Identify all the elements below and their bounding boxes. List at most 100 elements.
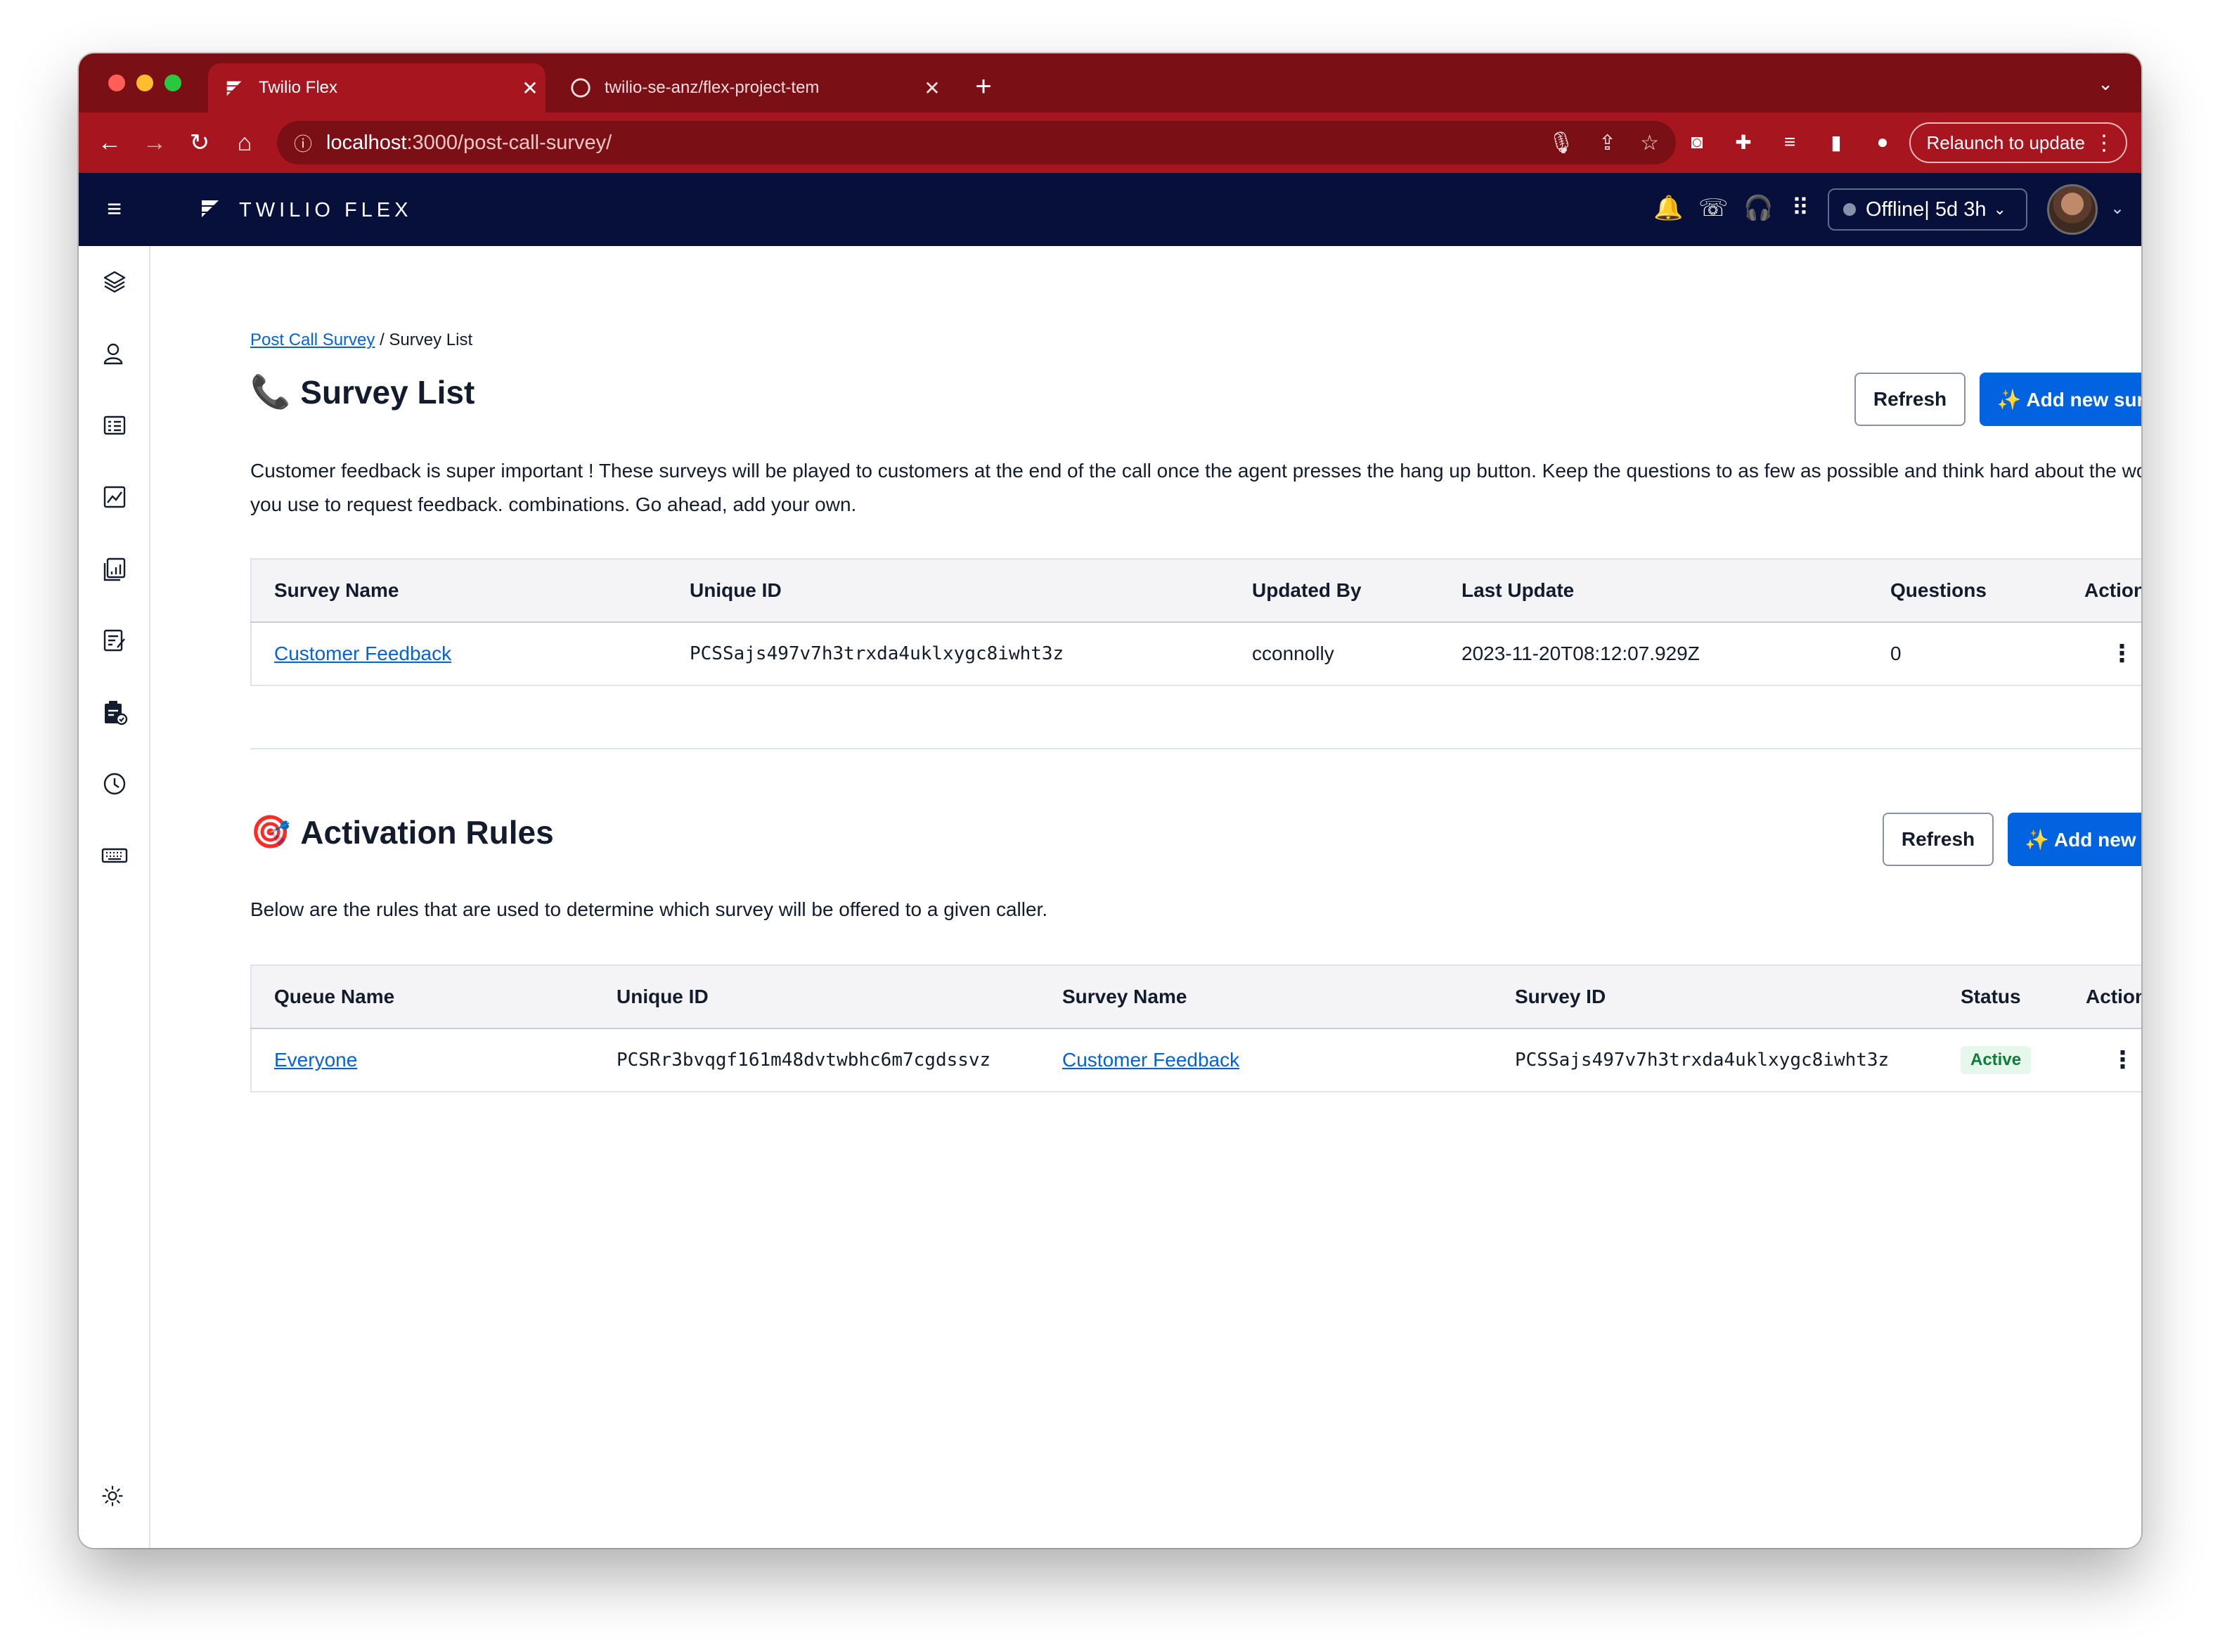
side-navigation	[79, 246, 150, 1548]
row-actions-menu-icon[interactable]: ⋮	[2062, 622, 2141, 685]
extension-glasses-icon[interactable]: ◙	[1682, 127, 1712, 157]
rule-unique-id: PCSRr3bvqgf161m48dvtwbhc6m7cgdssvz	[617, 1050, 991, 1071]
column-header: Survey Name	[1040, 965, 1492, 1029]
add-new-rule-button[interactable]: ✨ Add new rule	[2008, 813, 2141, 866]
tab-twilio-flex[interactable]: Twilio Flex ✕	[208, 63, 546, 112]
column-header: Queue Name	[251, 965, 594, 1029]
table-row: Customer Feedback PCSSajs497v7h3trxda4uk…	[251, 622, 2141, 685]
extensions-puzzle-icon[interactable]: ✚	[1728, 127, 1759, 157]
updated-by: cconnolly	[1252, 643, 1334, 664]
back-arrow-icon[interactable]: ←	[87, 120, 132, 165]
relaunch-button[interactable]: Relaunch to update ⋮	[1909, 122, 2127, 163]
survey-unique-id: PCSSajs497v7h3trxda4uklxygc8iwht3z	[690, 643, 1064, 664]
column-header: Unique ID	[594, 965, 1040, 1029]
questions-count: 0	[1890, 643, 1902, 664]
section-divider	[250, 748, 2141, 749]
column-header: Last Update	[1439, 559, 1868, 623]
survey-table: Survey Name Unique ID Updated By Last Up…	[250, 558, 2141, 686]
minimize-window-button[interactable]	[136, 75, 153, 91]
headset-icon[interactable]: 🎧	[1743, 194, 1773, 222]
survey-name-link[interactable]: Customer Feedback	[274, 643, 451, 664]
tab-github[interactable]: twilio-se-anz/flex-project-tem ✕	[554, 63, 948, 112]
more-vertical-icon[interactable]: ⋮	[2093, 131, 2115, 155]
twilio-flex-logo-icon	[200, 197, 224, 224]
target-icon: 🎯	[250, 813, 291, 850]
close-tab-icon[interactable]: ✕	[515, 77, 546, 100]
survey-list-heading: 📞 Survey List	[250, 373, 475, 411]
row-actions-menu-icon[interactable]: ⋮	[2063, 1028, 2141, 1092]
column-header: Actions	[2063, 965, 2141, 1029]
telephone-icon: 📞	[250, 373, 291, 410]
refresh-surveys-button[interactable]: Refresh	[1854, 373, 1966, 426]
bookmark-star-icon[interactable]: ☆	[1640, 131, 1659, 155]
keyboard-icon[interactable]	[97, 838, 132, 873]
queues-stats-icon[interactable]	[97, 408, 132, 443]
column-header: Survey ID	[1492, 965, 1938, 1029]
notifications-bell-icon[interactable]: 🔔	[1653, 194, 1683, 222]
flex-header: ≡ TWILIO FLEX 🔔 ☏ 🎧 ⠿ Offline| 5d 3h ⌄ ⌄	[79, 173, 2141, 246]
page-title: Survey List	[300, 373, 475, 411]
queue-name-link[interactable]: Everyone	[274, 1049, 357, 1071]
share-icon[interactable]: ⇪	[1599, 131, 1616, 155]
breadcrumb-current: Survey List	[389, 330, 473, 349]
refresh-rules-button[interactable]: Refresh	[1883, 813, 1994, 866]
quality-icon[interactable]	[97, 623, 132, 658]
table-row: Everyone PCSRr3bvqgf161m48dvtwbhc6m7cgds…	[251, 1028, 2141, 1092]
address-bar[interactable]: ⓘ localhost:3000/post-call-survey/ 🎙 ⇪ ☆	[277, 121, 1676, 164]
reading-list-icon[interactable]: ≡	[1774, 127, 1805, 157]
close-tab-icon[interactable]: ✕	[917, 77, 948, 100]
user-avatar[interactable]	[2047, 184, 2098, 235]
status-dot	[1843, 203, 1856, 216]
activation-rules-heading: 🎯 Activation Rules	[250, 813, 554, 851]
post-call-survey-icon[interactable]	[97, 695, 132, 730]
new-tab-icon[interactable]: +	[966, 69, 1001, 104]
column-header: Updated By	[1230, 559, 1439, 623]
last-update: 2023-11-20T08:12:07.929Z	[1461, 643, 1700, 664]
column-header: Unique ID	[667, 559, 1230, 623]
tab-title: twilio-se-anz/flex-project-tem	[605, 78, 820, 97]
reload-icon[interactable]: ↻	[177, 120, 222, 165]
url-text: localhost:3000/post-call-survey/	[326, 131, 612, 154]
profile-avatar-icon[interactable]: ●	[1867, 127, 1898, 157]
twilio-flex-icon	[224, 77, 246, 99]
forward-arrow-icon[interactable]: →	[132, 120, 177, 165]
relaunch-label: Relaunch to update	[1926, 131, 2085, 153]
breadcrumb: Post Call Survey / Survey List	[250, 330, 472, 350]
chevron-down-icon[interactable]: ⌄	[2110, 198, 2124, 219]
microphone-icon[interactable]: 🎙	[1548, 131, 1575, 155]
table-header-row: Queue Name Unique ID Survey Name Survey …	[251, 965, 2141, 1029]
activity-status-dropdown[interactable]: Offline| 5d 3h ⌄	[1828, 188, 2027, 231]
layers-icon[interactable]	[97, 264, 132, 299]
dialpad-icon[interactable]: ⠿	[1788, 194, 1812, 222]
settings-gear-icon[interactable]	[100, 1483, 129, 1513]
github-icon	[569, 77, 592, 99]
analytics-icon[interactable]	[97, 479, 132, 515]
brand: TWILIO FLEX	[200, 197, 412, 224]
hamburger-menu-icon[interactable]: ≡	[107, 194, 122, 224]
home-icon[interactable]: ⌂	[222, 120, 267, 165]
agent-alert-icon[interactable]: ☏	[1698, 194, 1729, 222]
tab-search-chevron-icon[interactable]: ⌄	[2098, 73, 2113, 95]
status-text: Offline| 5d 3h	[1866, 198, 1987, 221]
breadcrumb-link-post-call-survey[interactable]: Post Call Survey	[250, 330, 375, 349]
section-title: Activation Rules	[300, 813, 554, 851]
side-panel-icon[interactable]: ▮	[1821, 127, 1852, 157]
column-header: Questions	[1868, 559, 2062, 623]
status-badge: Active	[1961, 1046, 2032, 1074]
reports-icon[interactable]	[97, 551, 132, 586]
table-header-row: Survey Name Unique ID Updated By Last Up…	[251, 559, 2141, 623]
clock-icon[interactable]	[97, 766, 132, 801]
zoom-window-button[interactable]	[164, 75, 181, 91]
column-header: Actions	[2062, 559, 2141, 623]
brand-text: TWILIO FLEX	[239, 199, 413, 221]
rules-description: Below are the rules that are used to det…	[250, 898, 1048, 920]
close-window-button[interactable]	[108, 75, 125, 91]
browser-toolbar: ← → ↻ ⌂ ⓘ localhost:3000/post-call-surve…	[79, 112, 2141, 173]
survey-description: Customer feedback is super important ! T…	[250, 460, 2141, 515]
breadcrumb-separator: /	[380, 330, 385, 349]
teams-icon[interactable]	[97, 336, 132, 371]
add-new-survey-button[interactable]: ✨ Add new survey	[1980, 373, 2141, 426]
survey-name-link[interactable]: Customer Feedback	[1062, 1049, 1239, 1071]
tab-strip: Twilio Flex ✕ twilio-se-anz/flex-project…	[79, 53, 2141, 112]
site-info-icon[interactable]: ⓘ	[294, 130, 312, 156]
